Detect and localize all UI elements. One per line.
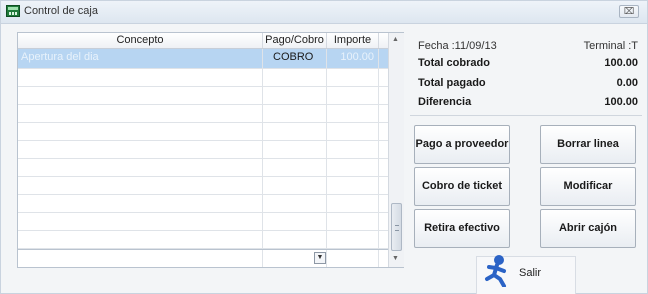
new-concepto-field[interactable] bbox=[18, 250, 263, 267]
new-pago-cobro-select[interactable]: ▼ bbox=[263, 250, 327, 267]
table-cell bbox=[18, 141, 263, 158]
table-cell bbox=[18, 69, 263, 86]
diferencia-value: 100.00 bbox=[604, 96, 638, 108]
table-cell bbox=[327, 105, 379, 122]
table-row[interactable] bbox=[18, 87, 388, 105]
table-cell bbox=[327, 159, 379, 176]
table-cell bbox=[327, 87, 379, 104]
table-cell bbox=[327, 141, 379, 158]
window-title: Control de caja bbox=[24, 5, 98, 17]
modificar-button[interactable]: Modificar bbox=[540, 167, 636, 206]
table-cell bbox=[18, 159, 263, 176]
table-cell bbox=[263, 177, 327, 194]
salir-label: Salir bbox=[519, 267, 542, 279]
new-entry-row[interactable]: ▼ bbox=[18, 249, 388, 267]
grip-icon bbox=[395, 225, 399, 231]
table-cell bbox=[327, 195, 379, 212]
cell-pago-cobro: COBRO bbox=[263, 49, 327, 68]
divider bbox=[410, 115, 642, 116]
table-row[interactable] bbox=[18, 123, 388, 141]
table-cell bbox=[263, 141, 327, 158]
table-row[interactable] bbox=[18, 105, 388, 123]
date-label: Fecha :11/09/13 bbox=[418, 40, 497, 52]
total-cobrado-value: 100.00 bbox=[604, 57, 638, 69]
vertical-scrollbar[interactable]: ▲ ▼ bbox=[388, 33, 404, 267]
table-cell bbox=[18, 213, 263, 230]
table-cell bbox=[18, 195, 263, 212]
table-cell bbox=[327, 231, 379, 248]
salir-button[interactable]: Salir bbox=[476, 255, 576, 294]
column-header-importe[interactable]: Importe bbox=[327, 33, 379, 48]
table-cell bbox=[327, 213, 379, 230]
grid-header: Concepto Pago/Cobro Importe bbox=[18, 33, 388, 49]
table-cell bbox=[327, 177, 379, 194]
pago-proveedor-button[interactable]: Pago a proveedor bbox=[414, 125, 510, 164]
borrar-linea-button[interactable]: Borrar linea bbox=[540, 125, 636, 164]
totals-panel: Fecha :11/09/13 Terminal :T Total cobrad… bbox=[410, 30, 642, 112]
table-cell bbox=[327, 123, 379, 140]
new-importe-field[interactable] bbox=[327, 250, 379, 267]
cell-importe: 100.00 bbox=[327, 49, 379, 68]
close-button[interactable]: ⌧ bbox=[619, 5, 639, 18]
diferencia-label: Diferencia bbox=[418, 96, 472, 108]
scroll-down-icon[interactable]: ▼ bbox=[392, 255, 399, 262]
cell-concepto: Apertura del dia bbox=[18, 49, 263, 68]
retira-efectivo-button[interactable]: Retira efectivo bbox=[414, 209, 510, 248]
cobro-ticket-button[interactable]: Cobro de ticket bbox=[414, 167, 510, 206]
table-row[interactable] bbox=[18, 177, 388, 195]
table-cell bbox=[18, 105, 263, 122]
table-row[interactable] bbox=[18, 195, 388, 213]
table-cell bbox=[263, 87, 327, 104]
column-header-concepto[interactable]: Concepto bbox=[18, 33, 263, 48]
cash-register-icon bbox=[6, 5, 20, 17]
table-cell bbox=[263, 159, 327, 176]
scroll-up-icon[interactable]: ▲ bbox=[392, 36, 399, 43]
total-pagado-label: Total pagado bbox=[418, 77, 486, 89]
abrir-cajon-button[interactable]: Abrir cajón bbox=[540, 209, 636, 248]
table-cell bbox=[263, 213, 327, 230]
table-cell bbox=[263, 69, 327, 86]
table-cell bbox=[263, 123, 327, 140]
title-bar: Control de caja ⌧ bbox=[1, 1, 647, 24]
terminal-label: Terminal :T bbox=[583, 40, 638, 52]
table-cell bbox=[263, 195, 327, 212]
total-cobrado-label: Total cobrado bbox=[418, 57, 490, 69]
scrollbar-thumb[interactable] bbox=[391, 203, 402, 251]
table-row[interactable] bbox=[18, 213, 388, 231]
table-cell bbox=[263, 231, 327, 248]
table-cell bbox=[18, 231, 263, 248]
table-cell bbox=[18, 87, 263, 104]
table-row[interactable] bbox=[18, 159, 388, 177]
table-cell bbox=[263, 105, 327, 122]
table-row[interactable] bbox=[18, 141, 388, 159]
table-row[interactable] bbox=[18, 69, 388, 87]
table-cell bbox=[18, 123, 263, 140]
table-row[interactable] bbox=[18, 231, 388, 249]
column-header-pago-cobro[interactable]: Pago/Cobro bbox=[263, 33, 327, 48]
running-person-icon bbox=[485, 255, 506, 287]
table-cell bbox=[327, 69, 379, 86]
chevron-down-icon[interactable]: ▼ bbox=[314, 252, 326, 264]
table-row[interactable]: Apertura del dia COBRO 100.00 bbox=[18, 49, 388, 69]
total-pagado-value: 0.00 bbox=[616, 77, 638, 89]
table-cell bbox=[18, 177, 263, 194]
movements-grid[interactable]: Concepto Pago/Cobro Importe Apertura del… bbox=[17, 32, 404, 268]
